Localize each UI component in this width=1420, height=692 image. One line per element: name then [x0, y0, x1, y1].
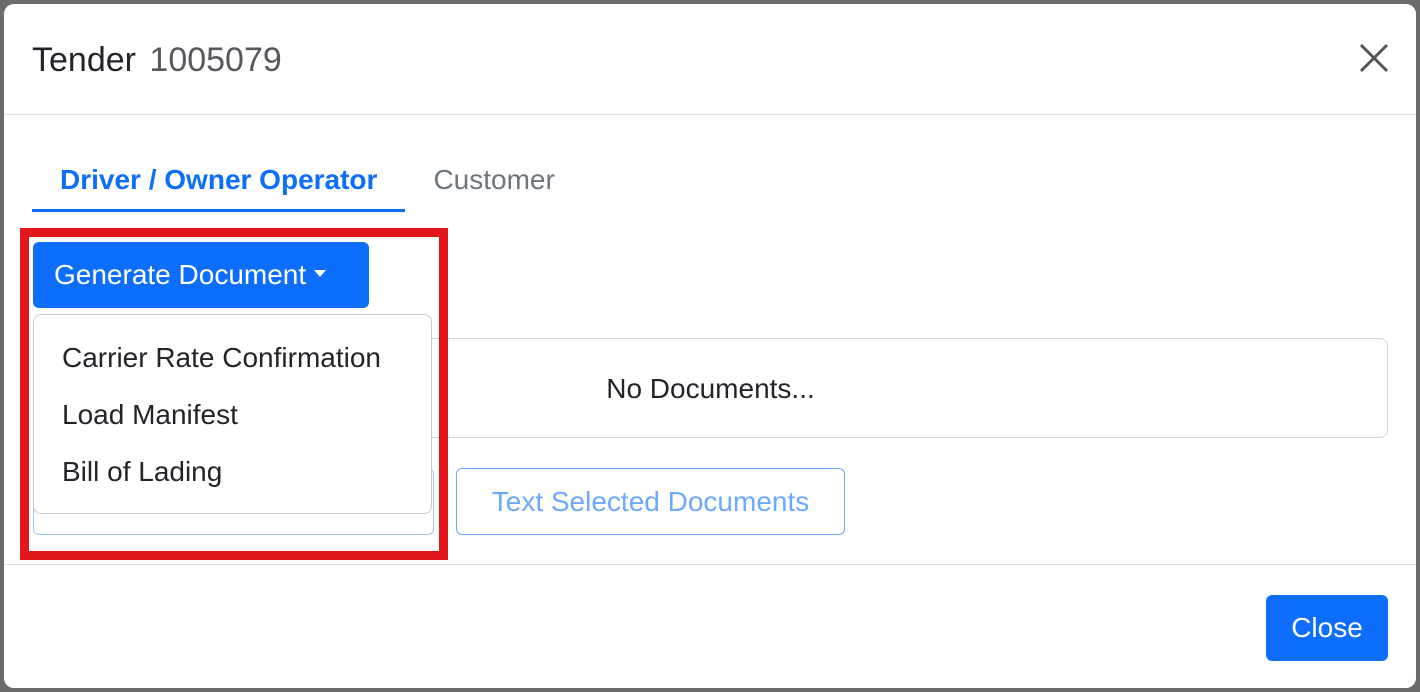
modal-title-label: Tender: [32, 41, 136, 79]
caret-down-icon: [314, 270, 327, 278]
modal-header: Tender 1005079: [4, 4, 1416, 115]
close-button[interactable]: Close: [1266, 595, 1388, 661]
modal-footer: Close: [4, 564, 1416, 688]
close-icon[interactable]: [1356, 40, 1392, 76]
menu-item-load-manifest[interactable]: Load Manifest: [34, 392, 431, 449]
tab-customer[interactable]: Customer: [405, 154, 582, 212]
menu-item-carrier-rate-confirmation[interactable]: Carrier Rate Confirmation: [34, 335, 431, 392]
modal-title: Tender 1005079: [32, 38, 282, 82]
tender-modal: Tender 1005079 Driver / Owner Operator C…: [4, 4, 1416, 688]
menu-item-bill-of-lading[interactable]: Bill of Lading: [34, 449, 431, 506]
tab-bar: Driver / Owner Operator Customer: [32, 154, 583, 212]
generate-document-menu: Carrier Rate Confirmation Load Manifest …: [33, 314, 432, 514]
generate-document-label: Generate Document: [54, 259, 307, 290]
generate-document-button[interactable]: Generate Document: [33, 242, 369, 308]
tender-number: 1005079: [149, 41, 282, 79]
text-selected-documents-button[interactable]: Text Selected Documents: [456, 468, 845, 535]
tab-driver-owner-operator[interactable]: Driver / Owner Operator: [32, 154, 406, 212]
